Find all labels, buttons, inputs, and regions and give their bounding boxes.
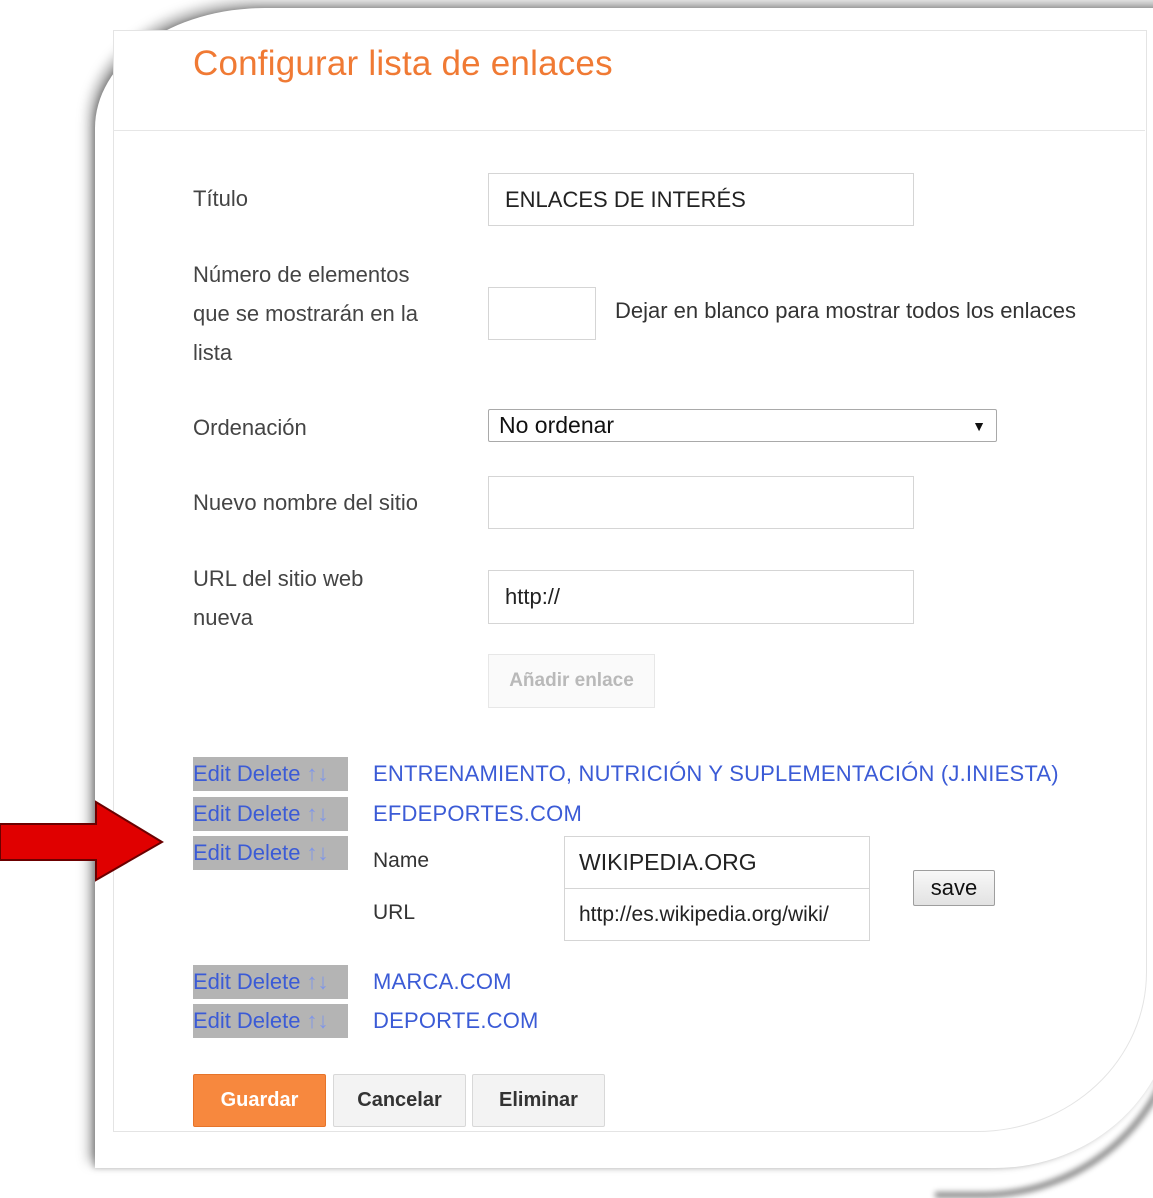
move-arrows-icon[interactable]: ↑↓ [307,1008,329,1034]
edit-link-3[interactable]: Edit [193,840,231,866]
new-name-input[interactable] [488,476,914,529]
link-name-1[interactable]: ENTRENAMIENTO, NUTRICIÓN Y SUPLEMENTACIÓ… [373,761,1059,787]
new-url-label-line2: nueva [193,605,253,630]
link-name-4[interactable]: MARCA.COM [373,969,512,995]
editor-name-input[interactable]: WIKIPEDIA.ORG [564,836,870,889]
move-arrows-icon[interactable]: ↑↓ [307,969,329,995]
order-select[interactable]: No ordenar ▼ [488,409,997,442]
count-label-line3: lista [193,340,233,365]
editor-url-value: http://es.wikipedia.org/wiki/ [579,902,829,926]
red-arrow-icon [0,800,164,882]
link-name-2[interactable]: EFDEPORTES.COM [373,801,582,827]
save-link-button[interactable]: save [913,870,995,906]
new-name-label: Nuevo nombre del sitio [193,490,419,515]
guardar-button[interactable]: Guardar [193,1074,326,1127]
link-actions-4: Edit Delete ↑↓ [193,965,348,999]
move-arrows-icon[interactable]: ↑↓ [307,761,329,787]
delete-link-1[interactable]: Delete [237,761,301,787]
dropdown-arrow-icon: ▼ [972,417,986,434]
count-input[interactable] [488,287,596,340]
editor-name-value: WIKIPEDIA.ORG [579,849,757,875]
title-input[interactable]: ENLACES DE INTERÉS [488,173,914,226]
link-actions-1: Edit Delete ↑↓ [193,757,348,791]
editor-url-input[interactable]: http://es.wikipedia.org/wiki/ [564,888,870,941]
count-label-line1: Número de elementos [193,262,410,287]
edit-link-1[interactable]: Edit [193,761,231,787]
page-title: Configurar lista de enlaces [193,44,613,83]
editor-name-label: Name [373,849,430,872]
new-url-input-value: http:// [505,584,561,609]
title-label: Título [193,186,249,211]
title-divider [113,130,1145,131]
delete-link-4[interactable]: Delete [237,969,301,995]
editor-url-label: URL [373,901,416,924]
new-url-input[interactable]: http:// [488,570,914,624]
delete-link-3[interactable]: Delete [237,840,301,866]
move-arrows-icon[interactable]: ↑↓ [307,840,329,866]
delete-link-5[interactable]: Delete [237,1008,301,1034]
move-arrows-icon[interactable]: ↑↓ [307,801,329,827]
title-input-value: ENLACES DE INTERÉS [505,186,746,212]
new-url-label-line1: URL del sitio web [193,566,364,591]
edit-link-5[interactable]: Edit [193,1008,231,1034]
order-select-value: No ordenar [499,412,615,438]
edit-link-2[interactable]: Edit [193,801,231,827]
count-label-line2: que se mostrarán en la [193,301,419,326]
add-link-button[interactable]: Añadir enlace [488,654,655,708]
eliminar-button[interactable]: Eliminar [472,1074,605,1127]
link-actions-2: Edit Delete ↑↓ [193,797,348,831]
cancelar-button[interactable]: Cancelar [333,1074,466,1127]
order-label: Ordenación [193,415,307,440]
link-name-5[interactable]: DEPORTE.COM [373,1008,539,1034]
delete-link-2[interactable]: Delete [237,801,301,827]
link-actions-3: Edit Delete ↑↓ [193,836,348,870]
count-hint: Dejar en blanco para mostrar todos los e… [615,298,1077,323]
link-actions-5: Edit Delete ↑↓ [193,1004,348,1038]
edit-link-4[interactable]: Edit [193,969,231,995]
